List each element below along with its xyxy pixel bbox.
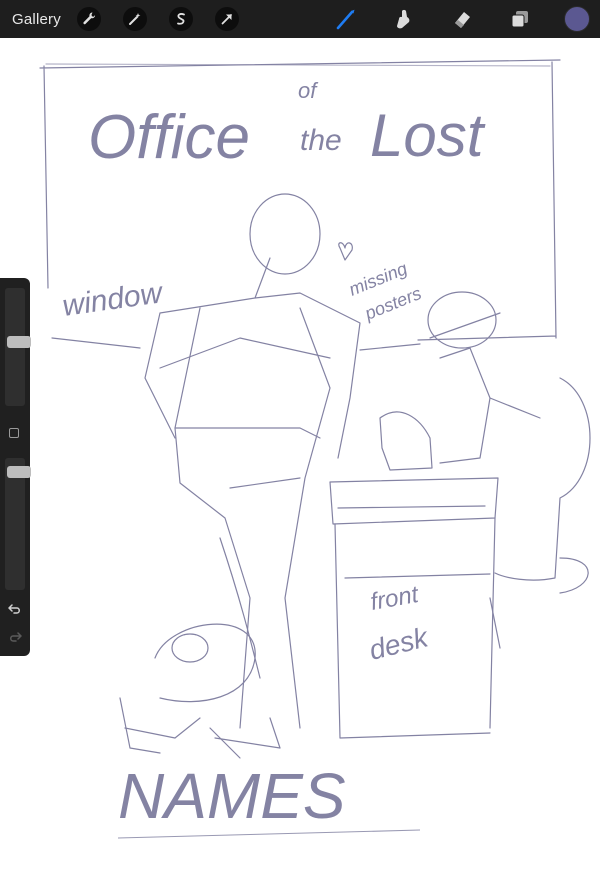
- transform-arrow-icon: [221, 14, 232, 25]
- brush-tool[interactable]: [332, 5, 360, 33]
- sketch-title-office: Office: [88, 103, 250, 172]
- transform-button[interactable]: [214, 7, 239, 31]
- redo-icon: [10, 632, 22, 642]
- brush-size-thumb[interactable]: [7, 336, 31, 348]
- adjustments-button[interactable]: [122, 7, 147, 31]
- sketch-label-window: window: [60, 276, 166, 323]
- selection-button[interactable]: [168, 7, 193, 31]
- brush-sidebar: [0, 278, 31, 656]
- layers-icon: [511, 11, 528, 28]
- sketch-title-of: of: [298, 78, 319, 103]
- eraser-tool[interactable]: [448, 5, 476, 33]
- brush-opacity-slider[interactable]: [5, 458, 31, 590]
- wrench-icon: [83, 12, 96, 25]
- toolbar: Gallery: [0, 0, 600, 38]
- selection-icon: [177, 13, 185, 25]
- smudge-icon: [397, 9, 410, 29]
- smudge-tool[interactable]: [390, 5, 418, 33]
- undo-button[interactable]: [6, 600, 24, 618]
- eyedropper-button[interactable]: [9, 428, 19, 438]
- sketch-label-desk: desk: [366, 621, 433, 666]
- sketch-title-lost: Lost: [370, 102, 486, 169]
- eraser-icon: [455, 12, 470, 28]
- redo-button[interactable]: [6, 628, 24, 646]
- sketch-label-front: front: [368, 581, 421, 616]
- tool-group: [332, 0, 600, 38]
- brush-icon: [336, 9, 355, 30]
- magic-wand-icon: [128, 13, 141, 25]
- gallery-button[interactable]: Gallery: [12, 11, 61, 28]
- undo-icon: [8, 604, 20, 614]
- brush-size-slider[interactable]: [5, 288, 31, 406]
- layers-button[interactable]: [506, 5, 534, 33]
- brush-opacity-thumb[interactable]: [7, 466, 31, 478]
- drawing-canvas[interactable]: Office of the Lost window missing poster…: [0, 38, 600, 864]
- actions-button[interactable]: [76, 7, 101, 31]
- sketch-title-the: the: [300, 124, 342, 157]
- sketch-label-names: NAMES: [118, 760, 346, 832]
- sketch-drawing: Office of the Lost window missing poster…: [39, 59, 591, 839]
- color-picker-button[interactable]: [564, 6, 590, 32]
